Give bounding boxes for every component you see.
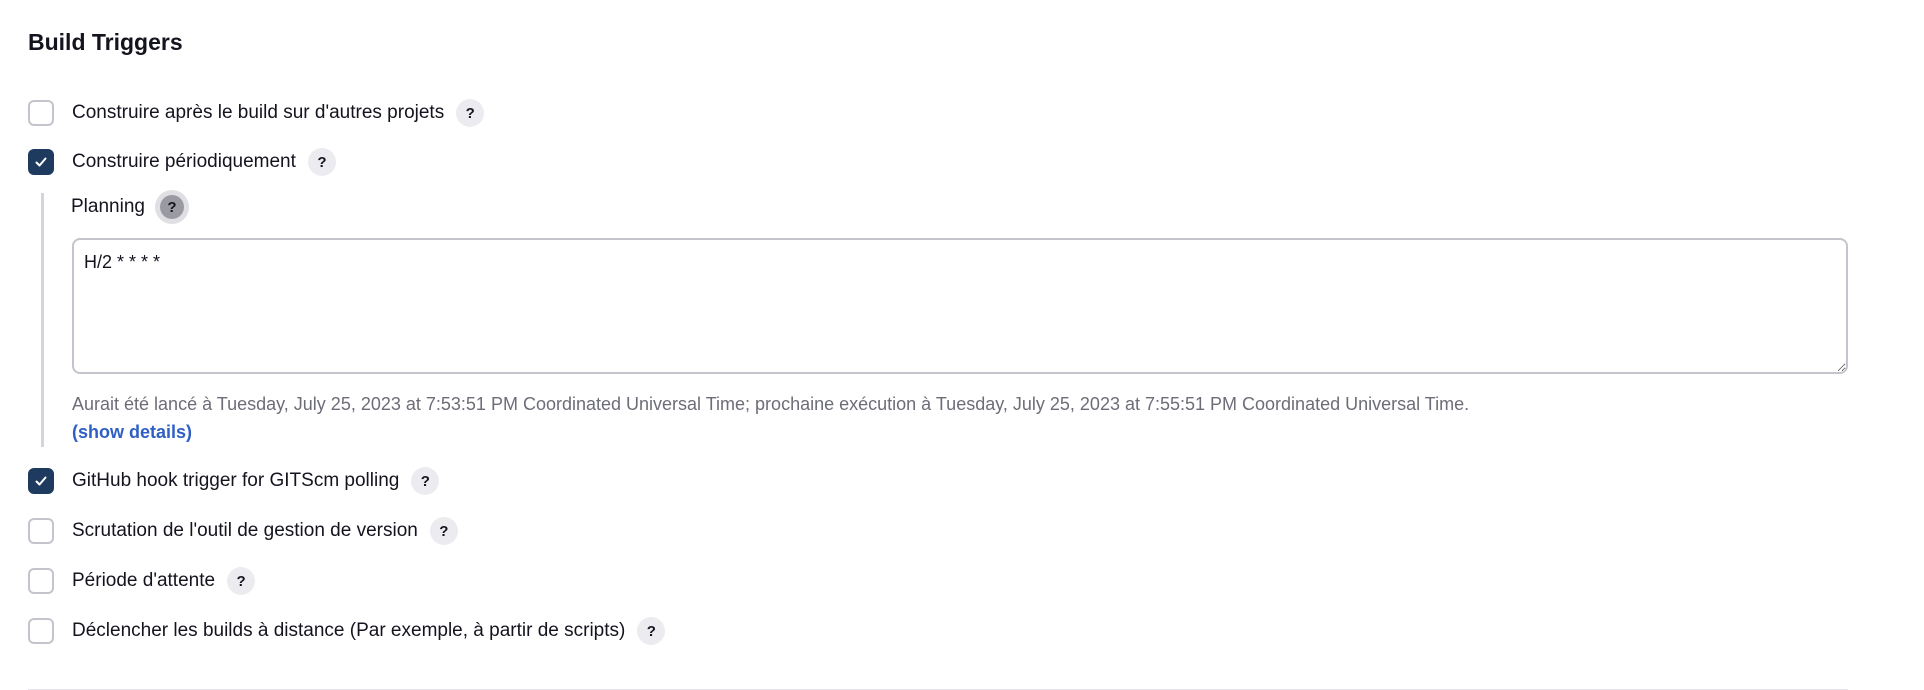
option-label[interactable]: Période d'attente bbox=[72, 568, 215, 594]
help-icon[interactable]: ? bbox=[307, 148, 336, 176]
trigger-build-after-other-projects[interactable]: Construire après le build sur d'autres p… bbox=[28, 98, 485, 128]
trigger-scm-polling[interactable]: Scrutation de l'outil de gestion de vers… bbox=[28, 516, 458, 546]
help-icon[interactable]: ? bbox=[227, 567, 256, 595]
option-label[interactable]: Déclencher les builds à distance (Par ex… bbox=[72, 618, 625, 644]
schedule-label: Planning bbox=[71, 196, 145, 217]
check-icon bbox=[35, 157, 47, 167]
nested-indent-bar bbox=[41, 193, 44, 447]
help-icon[interactable]: ? bbox=[429, 517, 458, 545]
checkbox-build-after-other-projects[interactable] bbox=[28, 100, 54, 126]
help-icon-glyph: ? bbox=[159, 195, 184, 219]
checkbox-scm-polling[interactable] bbox=[28, 518, 54, 544]
trigger-quiet-period[interactable]: Période d'attente ? bbox=[28, 566, 256, 596]
help-icon[interactable]: ? bbox=[154, 190, 189, 224]
checkbox-github-hook[interactable] bbox=[28, 468, 54, 494]
trigger-build-periodically[interactable]: Construire périodiquement ? bbox=[28, 147, 336, 177]
schedule-hint-text: Aurait été lancé à Tuesday, July 25, 202… bbox=[72, 394, 1470, 414]
trigger-remote-builds[interactable]: Déclencher les builds à distance (Par ex… bbox=[28, 616, 666, 646]
checkbox-quiet-period[interactable] bbox=[28, 568, 54, 594]
checkbox-build-periodically[interactable] bbox=[28, 149, 54, 175]
help-icon[interactable]: ? bbox=[637, 617, 666, 645]
help-icon[interactable]: ? bbox=[456, 99, 485, 127]
option-label[interactable]: GitHub hook trigger for GITScm polling bbox=[72, 468, 399, 494]
check-icon bbox=[35, 476, 47, 486]
trigger-github-hook[interactable]: GitHub hook trigger for GITScm polling ? bbox=[28, 466, 440, 496]
checkbox-remote-builds[interactable] bbox=[28, 618, 54, 644]
build-triggers-section: Build Triggers Construire après le build… bbox=[0, 0, 1924, 690]
option-label[interactable]: Scrutation de l'outil de gestion de vers… bbox=[72, 518, 418, 544]
show-details-link[interactable]: (show details) bbox=[72, 422, 192, 443]
option-label[interactable]: Construire après le build sur d'autres p… bbox=[72, 100, 444, 126]
schedule-textarea[interactable] bbox=[72, 238, 1848, 374]
help-icon[interactable]: ? bbox=[411, 467, 440, 495]
option-label[interactable]: Construire périodiquement bbox=[72, 149, 296, 175]
section-title: Build Triggers bbox=[28, 29, 183, 55]
schedule-label-row: Planning ? bbox=[71, 190, 189, 224]
